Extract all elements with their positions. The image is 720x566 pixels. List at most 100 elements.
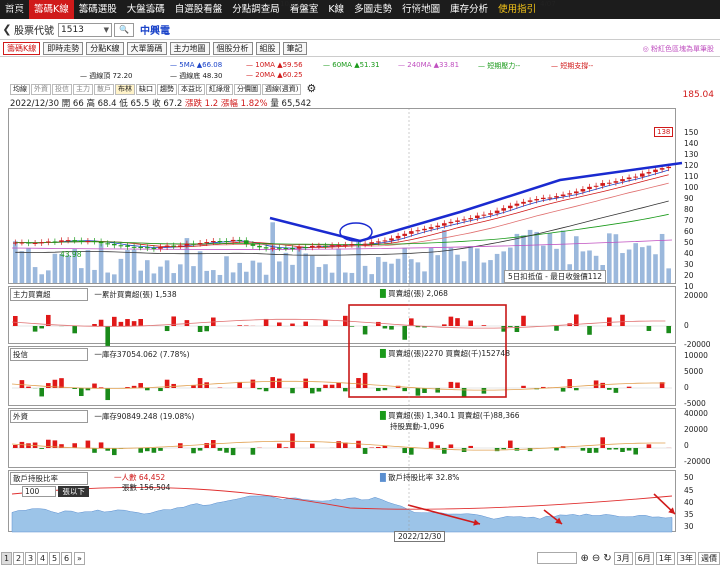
flow-bar	[448, 316, 454, 326]
flow-bar	[554, 326, 559, 331]
range-button[interactable]: 6月	[634, 551, 654, 565]
panel4-axis-tick: 40000	[684, 409, 708, 418]
flow-bar	[204, 382, 209, 388]
zoom-in-icon[interactable]: ⊕	[580, 553, 588, 564]
panel3-header-right: █ 買賣超(張)2270 買賣超(千)152748	[380, 349, 510, 358]
volume-bar	[369, 274, 374, 283]
range-button[interactable]: 3月	[613, 551, 633, 565]
panel4-axis-tick: 0	[684, 441, 689, 450]
flow-bar	[455, 382, 460, 388]
panel3-header: 投信 一庫存37054.062 (7.78%)	[10, 348, 190, 361]
lot-size-select[interactable]: 100	[22, 486, 56, 497]
volume-bar	[349, 272, 355, 283]
volume-bar	[244, 271, 249, 283]
volume-bar	[237, 262, 242, 283]
flow-bar	[98, 442, 104, 448]
page-button[interactable]: 5	[49, 551, 60, 565]
refresh-icon[interactable]: ↻	[603, 553, 611, 564]
flow-bar	[204, 443, 209, 448]
candle-body	[52, 241, 58, 243]
range-button[interactable]: 3年	[676, 551, 696, 565]
page-button[interactable]: 2	[13, 551, 24, 565]
volume-bar	[118, 258, 124, 283]
volume-bar	[164, 260, 170, 283]
flow-bar	[138, 383, 143, 388]
candle-body	[375, 241, 381, 243]
flow-bar	[607, 448, 612, 450]
candle-body	[342, 244, 348, 246]
candle-body	[382, 240, 388, 242]
flow-bar	[145, 448, 150, 452]
flow-bar	[613, 388, 619, 393]
price-axis-tick: 140	[684, 139, 699, 148]
panel2-axis-tick: 0	[684, 321, 689, 330]
volume-bar	[52, 253, 58, 283]
indicator-select[interactable]: 散戶持股比率	[10, 472, 88, 485]
candle-body	[620, 179, 625, 182]
panel3-axis-tick: 10000	[684, 351, 708, 360]
flow-bar	[468, 445, 473, 448]
flow-bar	[184, 320, 190, 326]
zoom-out-icon[interactable]: ⊖	[592, 553, 600, 564]
candle-body	[659, 168, 665, 170]
flow-bar	[164, 326, 170, 332]
indicator-select[interactable]: 投信	[10, 348, 88, 361]
candle-body	[270, 247, 276, 249]
flow-bar	[329, 384, 335, 388]
candle-body	[290, 248, 295, 250]
flow-bar	[402, 326, 407, 340]
indicator-select[interactable]: 主力買賣超	[10, 288, 88, 301]
flow-bar	[574, 388, 579, 391]
chart-canvas[interactable]	[0, 0, 720, 566]
volume-bar	[257, 262, 262, 283]
flow-bar	[607, 317, 612, 326]
candle-body	[85, 241, 91, 243]
candle-body	[237, 239, 243, 241]
lot-filter-button[interactable]: 張以下	[58, 486, 89, 497]
candle-body	[316, 245, 322, 247]
price-axis-tick: 10	[684, 282, 694, 291]
flow-bar	[59, 378, 64, 388]
candle-body	[65, 240, 71, 242]
flow-bar	[158, 388, 163, 392]
page-button[interactable]: 3	[25, 551, 36, 565]
volume-bar	[224, 256, 229, 283]
flow-bar	[428, 441, 434, 448]
volume-bar	[336, 248, 341, 283]
page-button[interactable]: 4	[37, 551, 48, 565]
flow-bar	[32, 326, 38, 332]
volume-bar	[178, 264, 183, 283]
volume-bar	[653, 254, 658, 283]
flow-bar	[224, 448, 229, 453]
flow-bar	[197, 448, 203, 451]
flow-bar	[85, 440, 91, 448]
flow-bar	[343, 388, 348, 392]
range-button[interactable]: 1年	[655, 551, 675, 565]
indicator-select[interactable]: 外資	[10, 410, 88, 423]
candle-body	[494, 210, 500, 214]
candle-body	[389, 238, 394, 241]
next-page-button[interactable]: »	[74, 551, 85, 565]
candle-body	[191, 243, 196, 245]
candle-body	[560, 194, 566, 197]
date-year: 2023	[412, 8, 430, 16]
flow-bar	[310, 388, 315, 394]
flow-bar	[620, 448, 625, 452]
candle-body	[633, 176, 639, 178]
page-button[interactable]: 1	[1, 551, 12, 565]
date-tick: 10/07	[280, 0, 301, 8]
volume-bar	[613, 234, 619, 283]
flow-bar	[560, 388, 566, 392]
price-axis-tick: 130	[684, 150, 699, 159]
candle-body	[303, 246, 309, 248]
panel5-header-right: █ 散戶持股比率 32.8%	[380, 473, 460, 482]
price-tag: 138	[654, 127, 674, 137]
flow-bar	[336, 383, 341, 388]
page-button[interactable]: 6	[61, 551, 72, 565]
range-button[interactable]: 週價	[698, 551, 720, 565]
candle-body	[257, 245, 262, 248]
flow-bar	[626, 386, 632, 388]
candle-body	[125, 245, 130, 247]
range-input[interactable]	[537, 552, 578, 564]
volume-bar	[92, 269, 97, 283]
